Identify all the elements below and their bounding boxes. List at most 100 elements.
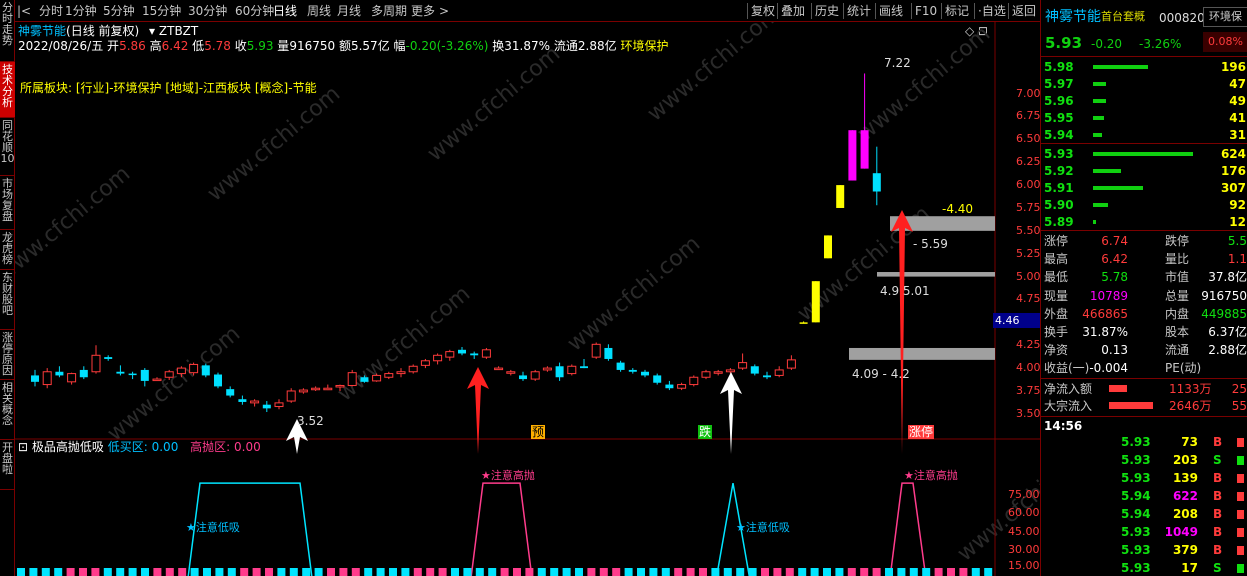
sidebar-item[interactable]: 同花顺10 bbox=[0, 118, 15, 176]
candle-body bbox=[396, 371, 406, 375]
candle-body bbox=[176, 367, 186, 375]
toolbar-tab[interactable]: 15分钟 bbox=[142, 4, 181, 18]
indicator-bar bbox=[500, 568, 509, 576]
indicator-bar bbox=[488, 568, 497, 576]
toolbar-action[interactable]: 叠加 bbox=[781, 4, 805, 18]
sidebar-item[interactable]: 涨停原因 bbox=[0, 330, 15, 380]
note-low-buy-2: ★注意低吸 bbox=[736, 521, 790, 534]
sidebar-item[interactable]: 东财股吧 bbox=[0, 270, 15, 330]
candle-body bbox=[274, 402, 284, 408]
indicator-bar bbox=[141, 568, 149, 576]
sell-zone-value: 0.00 bbox=[234, 440, 261, 454]
indicator-bar bbox=[587, 568, 596, 576]
candle-body bbox=[286, 390, 296, 402]
candle-body bbox=[214, 374, 222, 387]
bid-volume: 92 bbox=[1229, 198, 1246, 212]
toolbar-action[interactable]: 复权 bbox=[751, 4, 775, 18]
flow-value: 1133万 bbox=[1169, 382, 1212, 396]
toolbar-tab[interactable]: 1分钟 bbox=[65, 4, 97, 18]
toolbar-action[interactable]: 画线 bbox=[879, 4, 903, 18]
kline-chart[interactable]: www.cfchi.com www.cfchi.com www.cfchi.com w… bbox=[15, 22, 1040, 576]
indicator-bar bbox=[885, 568, 893, 576]
tick-volume: 379 bbox=[1172, 543, 1198, 557]
chevron-right-icon[interactable]: > bbox=[439, 4, 449, 18]
flow-extra: 55 bbox=[1231, 399, 1247, 413]
indicator-bar bbox=[847, 568, 856, 576]
stat-label: 换手 bbox=[1044, 325, 1069, 339]
indicator-bar bbox=[835, 568, 844, 576]
candle-body bbox=[665, 384, 674, 389]
quote-stock-name[interactable]: 神雾节能 bbox=[1045, 9, 1101, 25]
stat-row: 外盘 466865 内盘 449885 bbox=[1041, 306, 1247, 322]
quote-industry-tag[interactable]: 环境保护 bbox=[1203, 7, 1247, 27]
indicator-bar bbox=[314, 568, 323, 576]
indicator-bar bbox=[959, 568, 968, 576]
ask-row: 5.96 49 bbox=[1041, 93, 1247, 109]
sidebar-item[interactable]: 技术分析 bbox=[0, 62, 15, 118]
toolbar-tab[interactable]: 5分钟 bbox=[103, 4, 135, 18]
toolbar-action[interactable]: F10 bbox=[915, 4, 937, 18]
indicator-bar bbox=[661, 568, 670, 576]
candle-body bbox=[140, 369, 149, 381]
indicator-bar bbox=[686, 568, 695, 576]
toolbar-tab[interactable]: 60分钟 bbox=[235, 4, 274, 18]
indicator-bar bbox=[215, 568, 224, 576]
toolbar-tab[interactable]: 分时 bbox=[39, 4, 63, 18]
candle-body bbox=[408, 365, 418, 373]
candle-body bbox=[91, 354, 101, 373]
price-tick: 6.75 bbox=[1016, 109, 1041, 123]
candle-body bbox=[433, 354, 443, 362]
candle-body bbox=[824, 235, 832, 259]
toolbar-tab[interactable]: 30分钟 bbox=[188, 4, 227, 18]
indicator-name-label[interactable]: 极品高抛低吸 bbox=[32, 440, 104, 454]
bid-volume: 176 bbox=[1220, 164, 1246, 178]
bid-price: 5.90 bbox=[1044, 198, 1074, 212]
bid-row: 5.92 176 bbox=[1041, 163, 1247, 179]
sidebar-item[interactable]: 相关概念 bbox=[0, 380, 15, 440]
toolbar-tab[interactable]: 多周期 bbox=[371, 4, 407, 18]
toolbar-action[interactable]: 返回 bbox=[1012, 4, 1036, 18]
zone3-right: 4.2 bbox=[890, 367, 910, 381]
toolbar-tab[interactable]: 更多 bbox=[411, 4, 435, 18]
sidebar-item[interactable]: 分时走势 bbox=[0, 0, 15, 62]
indicator-bar bbox=[289, 568, 298, 576]
sidebar-item[interactable]: 龙虎榜 bbox=[0, 230, 15, 270]
toolbar-action[interactable]: 标记 bbox=[945, 4, 969, 18]
candle-body bbox=[530, 371, 540, 380]
toolbar-tab[interactable]: 周线 bbox=[307, 4, 331, 18]
indicator-bar bbox=[227, 568, 236, 576]
fall-signal-badge: 跌 bbox=[698, 425, 713, 439]
toolbar-tab[interactable]: 日线 bbox=[273, 4, 297, 18]
toolbar-tab[interactable]: 月线 bbox=[337, 4, 361, 18]
indicator-bar bbox=[41, 568, 50, 576]
stat-value: 466865 bbox=[1082, 306, 1128, 321]
tick-flag bbox=[1237, 474, 1244, 483]
sidebar-item[interactable]: 市场复盘 bbox=[0, 176, 15, 230]
ask-price: 5.96 bbox=[1044, 94, 1074, 108]
indicator-bar bbox=[66, 568, 75, 576]
ask-volume: 31 bbox=[1229, 128, 1246, 142]
tick-volume: 73 bbox=[1181, 435, 1198, 449]
resistance-zone bbox=[849, 347, 995, 360]
toolbar-action[interactable]: ·自选 bbox=[978, 4, 1006, 18]
price-tick: 6.50 bbox=[1016, 132, 1041, 146]
buy-zone-value: 0.00 bbox=[151, 440, 179, 454]
left-sidebar: 分时走势 技术分析 同花顺10 市场复盘 龙虎榜 东财股吧 涨停原因 相关概念 开盘啦 bbox=[0, 0, 15, 576]
indicator-box-icon[interactable]: ⊡ bbox=[18, 440, 28, 454]
tick-side: B bbox=[1213, 435, 1223, 449]
tick-price: 5.93 bbox=[1121, 561, 1151, 575]
indicator-bar bbox=[525, 568, 534, 576]
bid-bar bbox=[1093, 186, 1143, 190]
toolbar-action[interactable]: 历史 bbox=[815, 4, 839, 18]
candle-body bbox=[445, 351, 455, 358]
toolbar-arrow-icon[interactable]: |< bbox=[17, 4, 31, 18]
candle-body bbox=[470, 353, 479, 356]
indicator-bar bbox=[17, 568, 25, 576]
stat-value: 1.1 bbox=[1227, 252, 1247, 267]
watermark-text: www.cfchi.com bbox=[423, 41, 565, 166]
indicator-bar bbox=[537, 568, 546, 576]
candle-body bbox=[542, 367, 552, 371]
indicator-bar bbox=[649, 568, 658, 576]
sidebar-item[interactable]: 开盘啦 bbox=[0, 440, 15, 490]
toolbar-action[interactable]: 统计 bbox=[847, 4, 871, 18]
